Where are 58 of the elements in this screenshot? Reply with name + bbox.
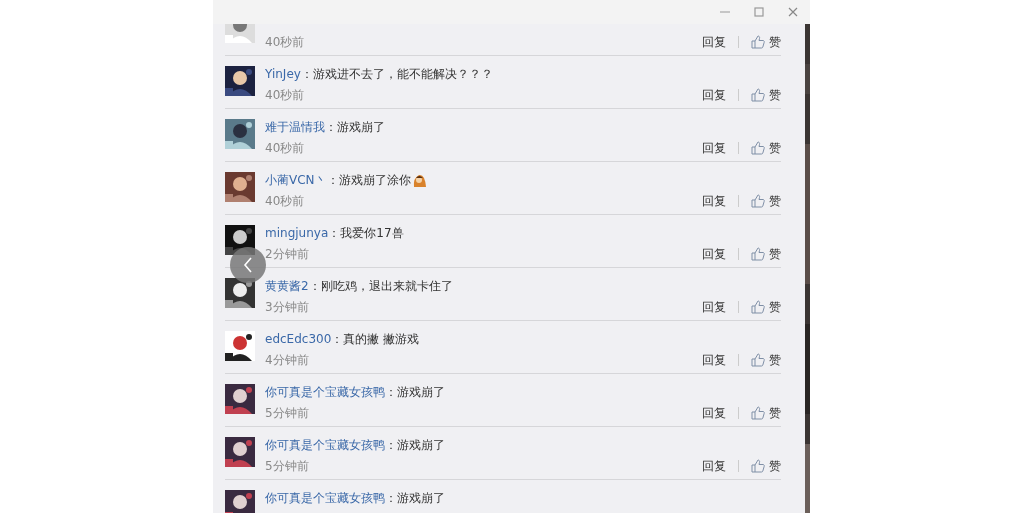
comment-text: ：游戏崩了: [385, 437, 445, 453]
comment-text: ：游戏崩了涂你: [326, 172, 411, 188]
comment-text: ：游戏进不去了，能不能解决？？？: [300, 66, 493, 82]
like-button[interactable]: 赞: [751, 299, 781, 315]
reply-button[interactable]: 回复: [702, 352, 726, 368]
maximize-icon: [754, 7, 764, 17]
user-name[interactable]: 黄黄酱2: [265, 278, 309, 294]
comment-time: 2分钟前: [265, 246, 309, 262]
comment-time: 40秒前: [265, 193, 305, 209]
thumbs-up-icon: [751, 35, 765, 49]
like-button[interactable]: 赞: [751, 34, 781, 50]
like-button[interactable]: 赞: [751, 352, 781, 368]
user-name[interactable]: mingjunya: [265, 225, 329, 241]
user-name[interactable]: 你可真是个宝藏女孩鸭: [265, 490, 385, 506]
reply-button[interactable]: 回复: [702, 140, 726, 156]
reply-button[interactable]: 回复: [702, 458, 726, 474]
user-name[interactable]: YinJey: [265, 66, 301, 82]
comment-time: 5分钟前: [265, 405, 309, 421]
comment-time: 40秒前: [265, 87, 305, 103]
thumbs-up-icon: [751, 406, 765, 420]
reply-button[interactable]: 回复: [702, 405, 726, 421]
thumbs-up-icon: [751, 88, 765, 102]
thumbs-up-icon: [751, 141, 765, 155]
user-name[interactable]: 小蔺VCN丶: [265, 172, 327, 188]
user-name[interactable]: 你可真是个宝藏女孩鸭: [265, 384, 385, 400]
user-name[interactable]: edcEdc300: [265, 331, 332, 347]
user-name[interactable]: 难于温情我: [265, 119, 325, 135]
like-button[interactable]: 赞: [751, 140, 781, 156]
like-button[interactable]: 赞: [751, 87, 781, 103]
close-icon: [788, 7, 798, 17]
comment-text: ：游戏崩了: [385, 490, 445, 506]
comment-text: ：真的撇 撇游戏: [331, 331, 420, 347]
comment-text: ：游戏崩了: [325, 119, 385, 135]
thumbs-up-icon: [751, 300, 765, 314]
chevron-left-icon: [242, 256, 254, 274]
reply-button[interactable]: 回复: [702, 34, 726, 50]
comment-time: 40秒前: [265, 140, 305, 156]
thumbs-up-icon: [751, 459, 765, 473]
comment-time: 5分钟前: [265, 458, 309, 474]
comment-time: 40秒前: [265, 34, 305, 50]
thumbs-up-icon: [751, 194, 765, 208]
like-button[interactable]: 赞: [751, 246, 781, 262]
thumbs-up-icon: [751, 247, 765, 261]
user-name[interactable]: 你可真是个宝藏女孩鸭: [265, 437, 385, 453]
comment-text: ：游戏崩了: [385, 384, 445, 400]
comment-time: 3分钟前: [265, 299, 309, 315]
thumbs-up-icon: [751, 353, 765, 367]
like-button[interactable]: 赞: [751, 193, 781, 209]
reply-button[interactable]: 回复: [702, 299, 726, 315]
back-button[interactable]: [230, 247, 266, 283]
reply-button[interactable]: 回复: [702, 246, 726, 262]
like-button[interactable]: 赞: [751, 405, 781, 421]
like-button[interactable]: 赞: [751, 458, 781, 474]
comment-time: 4分钟前: [265, 352, 309, 368]
reply-button[interactable]: 回复: [702, 193, 726, 209]
reply-button[interactable]: 回复: [702, 87, 726, 103]
comment-text: ：刚吃鸡，退出来就卡住了: [308, 278, 453, 294]
comment-text: ：我爱你17兽: [328, 225, 404, 241]
